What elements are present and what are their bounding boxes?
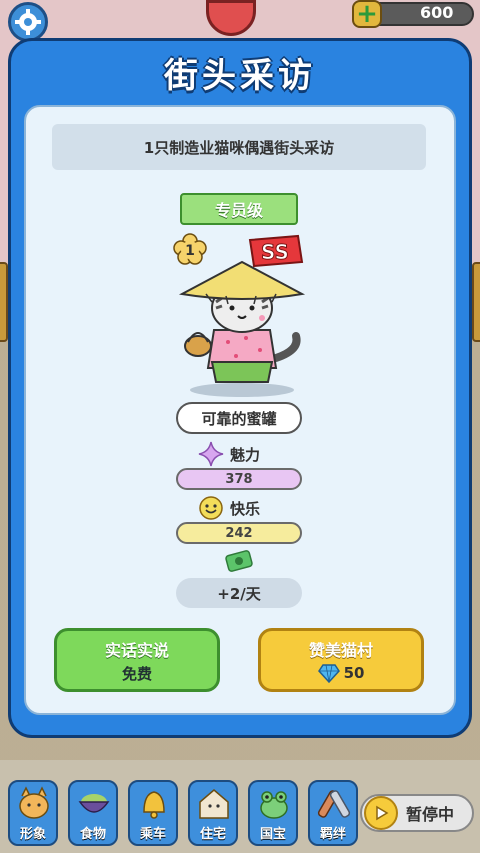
tab-bond-label: 羁绊 <box>319 827 346 842</box>
diamond-icon <box>317 664 340 683</box>
level-number: 1 <box>185 243 195 259</box>
happiness-label: 快乐 <box>230 499 261 518</box>
tab-house[interactable]: 住宅 <box>188 780 238 846</box>
income-value: +2/天 <box>176 578 302 608</box>
money-icon <box>225 550 253 572</box>
praise-village-cost-row: 50 <box>317 663 365 683</box>
happiness-value-bar: 242 <box>176 522 302 544</box>
sparkle-icon <box>198 441 224 467</box>
bottom-tab-bar: 形象 食物 乘车 住宅 国宝 羁绊 <box>4 780 364 846</box>
charm-value-bar: 378 <box>176 468 302 490</box>
bond-icon <box>317 790 351 818</box>
praise-village-button[interactable]: 赞美猫村 50 <box>258 628 424 692</box>
tab-food[interactable]: 食物 <box>68 780 118 846</box>
dialog-subtitle: 1只制造业猫咪偶遇街头采访 <box>52 124 426 170</box>
bell-icon <box>143 791 165 819</box>
settings-button[interactable] <box>8 2 48 42</box>
tab-treasure[interactable]: 国宝 <box>248 780 298 846</box>
food-bowl-icon <box>78 794 110 813</box>
tab-image[interactable]: 形象 <box>8 780 58 846</box>
dialog-title: 街头采访 <box>164 56 316 96</box>
plus-icon: + <box>356 0 378 29</box>
happiness-label-row: 快乐 <box>198 494 298 522</box>
tab-house-label: 住宅 <box>199 827 226 842</box>
rank-badge: 专员级 <box>180 193 298 225</box>
tab-food-label: 食物 <box>79 827 106 842</box>
charm-label-row: 魅力 <box>198 440 298 468</box>
charm-label: 魅力 <box>230 445 261 464</box>
cat-name-label: 可靠的蜜罐 <box>176 402 302 434</box>
tab-ride-label: 乘车 <box>139 827 166 842</box>
house-cat-icon <box>199 789 229 819</box>
smiley-icon <box>199 496 223 520</box>
frog-icon <box>260 791 288 819</box>
praise-village-cost: 50 <box>343 664 365 682</box>
cat-face-icon <box>19 786 49 819</box>
tab-image-label: 形象 <box>19 827 46 842</box>
honest-answer-label: 实话实说 <box>104 640 169 660</box>
background-side-right <box>472 262 480 342</box>
honest-answer-button[interactable]: 实话实说 免费 <box>54 628 220 692</box>
currency-value: 600 <box>420 3 454 22</box>
play-icon <box>364 796 398 830</box>
add-currency-button[interactable]: + <box>352 0 382 28</box>
tab-bond[interactable]: 羁绊 <box>308 780 358 846</box>
pause-button[interactable]: 暂停中 <box>360 794 474 832</box>
background-side-left <box>0 262 8 342</box>
tab-ride[interactable]: 乘车 <box>128 780 178 846</box>
honest-answer-cost: 免费 <box>121 664 152 683</box>
tab-treasure-label: 国宝 <box>259 827 286 842</box>
gear-icon <box>15 9 41 35</box>
pause-label: 暂停中 <box>406 805 455 824</box>
cat-character <box>178 260 306 397</box>
praise-village-label: 赞美猫村 <box>308 641 373 660</box>
